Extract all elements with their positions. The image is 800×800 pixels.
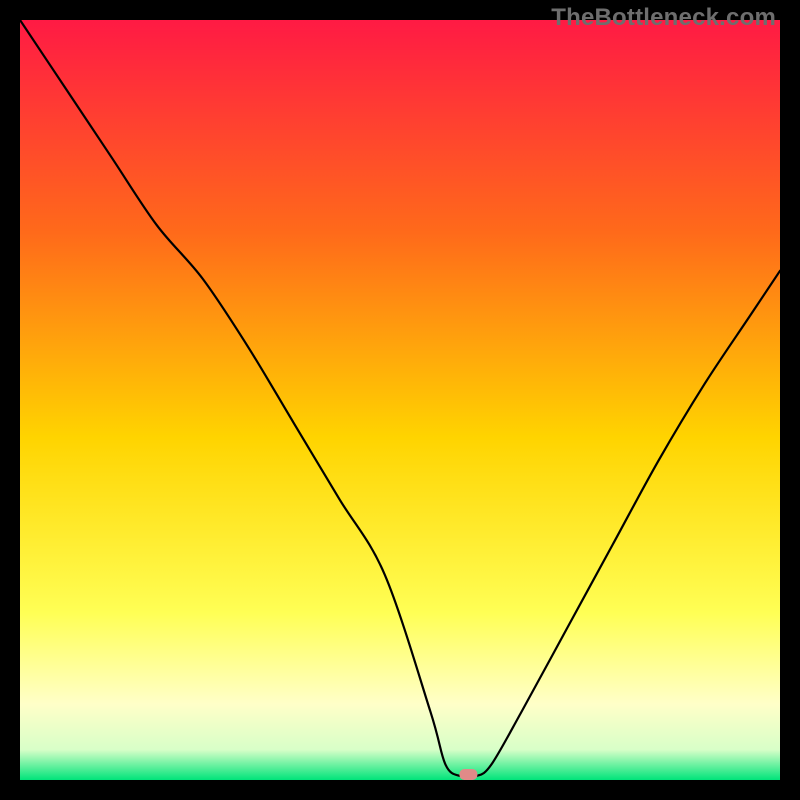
gradient-background (20, 20, 780, 780)
chart-container: TheBottleneck.com (0, 0, 800, 800)
plot-area (20, 20, 780, 780)
watermark-text: TheBottleneck.com (551, 4, 776, 32)
minimum-marker (459, 769, 477, 780)
